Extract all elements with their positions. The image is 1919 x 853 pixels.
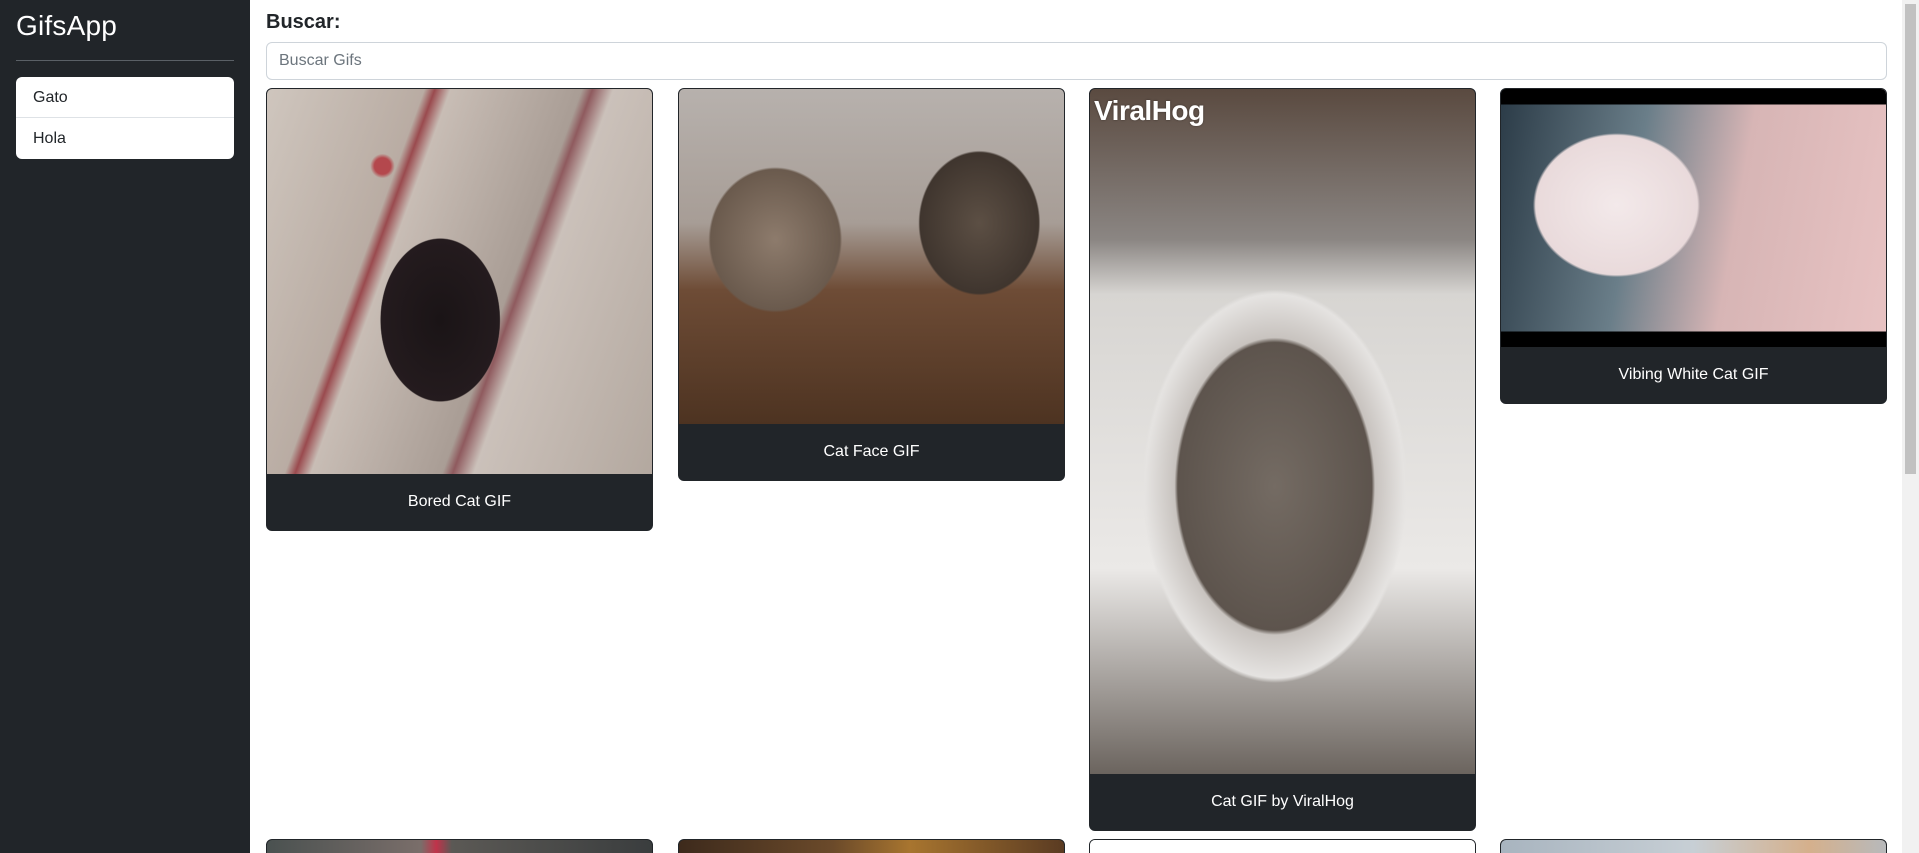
gif-image: [1501, 840, 1886, 853]
gif-title: Cat Face GIF: [679, 424, 1064, 480]
gif-title: Cat GIF by ViralHog: [1090, 774, 1475, 830]
search-label: Buscar:: [266, 11, 341, 33]
gif-card[interactable]: [678, 839, 1065, 853]
gif-card[interactable]: Cat Face GIF: [678, 88, 1065, 481]
history-item-gato[interactable]: Gato: [16, 77, 234, 118]
gif-card[interactable]: [266, 839, 653, 853]
gif-card[interactable]: [1089, 839, 1476, 853]
gif-title: Bored Cat GIF: [267, 474, 652, 530]
gif-image: ViralHog: [1090, 89, 1475, 774]
search-history-list: Gato Hola: [16, 77, 234, 159]
gif-image: [267, 89, 652, 474]
search-input[interactable]: [266, 42, 1887, 80]
scrollbar-thumb[interactable]: [1905, 4, 1916, 474]
sidebar-divider: [16, 60, 234, 61]
gif-card[interactable]: Vibing White Cat GIF: [1500, 88, 1887, 404]
page-scrollbar[interactable]: [1902, 0, 1919, 853]
gif-image: [267, 840, 652, 853]
gif-card[interactable]: ViralHog Cat GIF by ViralHog: [1089, 88, 1476, 831]
viralhog-watermark: ViralHog: [1094, 95, 1205, 126]
gif-image: [679, 89, 1064, 424]
app-title: GifsApp: [16, 10, 117, 41]
gif-image: [1090, 840, 1475, 853]
gif-image: [1501, 89, 1886, 347]
gif-card[interactable]: Bored Cat GIF: [266, 88, 653, 531]
sidebar: GifsApp Gato Hola: [0, 0, 250, 853]
gif-image: [679, 840, 1064, 853]
history-item-hola[interactable]: Hola: [16, 118, 234, 159]
gif-card[interactable]: [1500, 839, 1887, 853]
gif-title: Vibing White Cat GIF: [1501, 347, 1886, 403]
